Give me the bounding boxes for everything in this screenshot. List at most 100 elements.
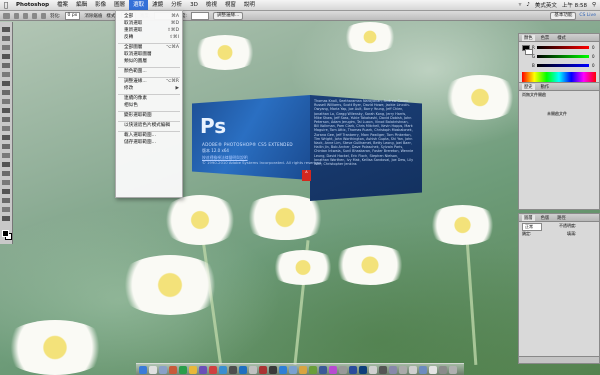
dock-app-icon[interactable] — [289, 365, 297, 374]
marquee-tool-icon[interactable] — [2, 36, 10, 41]
wifi-icon[interactable]: ▿ — [519, 2, 522, 8]
foreground-color-icon[interactable] — [2, 230, 9, 237]
select-menu-item[interactable]: 全部 ⌘A — [116, 14, 182, 20]
select-menu-item[interactable]: 顏色範圍... — [116, 69, 182, 75]
select-menu-item[interactable]: 調整邊緣... ⌥⌘R — [116, 79, 182, 85]
menu-help[interactable]: 說明 — [240, 0, 259, 10]
dock-app-icon[interactable] — [409, 365, 417, 374]
dock-app-icon[interactable] — [139, 365, 147, 374]
dock-app-icon[interactable] — [159, 365, 167, 374]
dock-app-icon[interactable] — [249, 365, 257, 374]
dock-app-icon[interactable] — [339, 365, 347, 374]
dock-app-icon[interactable] — [439, 365, 447, 374]
dock-app-icon[interactable] — [389, 365, 397, 374]
menu-file[interactable]: 檔案 — [53, 0, 72, 10]
new-selection-icon[interactable] — [14, 12, 19, 19]
dock-app-icon[interactable] — [219, 365, 227, 374]
select-menu-item[interactable]: 以快速遮色片模式編輯 — [116, 123, 182, 129]
select-menu-item[interactable]: 類似的圖層 — [116, 59, 182, 65]
select-menu-item[interactable]: 全部圖層 ⌥⌘A — [116, 45, 182, 51]
dock-app-icon[interactable] — [259, 365, 267, 374]
select-menu-item[interactable]: 儲存選取範圍... — [116, 140, 182, 146]
dock-app-icon[interactable] — [179, 365, 187, 374]
menu-select[interactable]: 選取 — [129, 0, 149, 10]
dock-app-icon[interactable] — [229, 365, 237, 374]
dock-app-icon[interactable] — [399, 365, 407, 374]
zoom-tool-icon[interactable] — [2, 216, 10, 221]
menu-analysis[interactable]: 分析 — [167, 0, 186, 10]
dock-app-icon[interactable] — [199, 365, 207, 374]
channel-r-value[interactable]: 0 — [592, 45, 595, 50]
red-slider[interactable] — [537, 46, 589, 49]
dock-app-icon[interactable] — [299, 365, 307, 374]
input-method[interactable]: 美式英文 — [535, 1, 557, 9]
subtract-selection-icon[interactable] — [32, 12, 37, 19]
dock-app-icon[interactable] — [419, 365, 427, 374]
menu-image[interactable]: 影像 — [91, 0, 110, 10]
cs-live-button[interactable]: CS Live — [579, 13, 596, 18]
select-menu-item[interactable]: 相似色 — [116, 103, 182, 109]
select-menu-item[interactable]: 修改 ▶ — [116, 86, 182, 92]
dock-app-icon[interactable] — [149, 365, 157, 374]
tab-layers[interactable]: 圖層 — [522, 214, 535, 221]
dock-app-icon[interactable] — [169, 365, 177, 374]
lasso-tool-icon[interactable] — [2, 45, 10, 50]
blur-tool-icon[interactable] — [2, 135, 10, 140]
menu-3d[interactable]: 3D — [186, 0, 202, 10]
add-selection-icon[interactable] — [23, 12, 28, 19]
gradient-tool-icon[interactable] — [2, 126, 10, 131]
dodge-tool-icon[interactable] — [2, 144, 10, 149]
blend-mode-select[interactable]: 正常 — [522, 223, 542, 231]
tab-styles[interactable]: 樣式 — [555, 35, 568, 41]
channel-b-value[interactable]: 0 — [592, 63, 595, 68]
tab-channels[interactable]: 色版 — [539, 215, 552, 221]
marquee-tool-icon[interactable] — [3, 12, 10, 19]
pen-tool-icon[interactable] — [2, 153, 10, 158]
clock[interactable]: 上午 8:58 — [562, 1, 587, 9]
3d-orbit-tool-icon[interactable] — [2, 198, 10, 203]
dock-app-icon[interactable] — [379, 365, 387, 374]
dock-app-icon[interactable] — [309, 365, 317, 374]
dock-app-icon[interactable] — [279, 365, 287, 374]
green-slider[interactable] — [537, 55, 589, 58]
dock-app-icon[interactable] — [239, 365, 247, 374]
path-select-tool-icon[interactable] — [2, 171, 10, 176]
dock-app-icon[interactable] — [429, 365, 437, 374]
menu-filter[interactable]: 濾鏡 — [148, 0, 167, 10]
menu-edit[interactable]: 編輯 — [72, 0, 91, 10]
dock-app-icon[interactable] — [329, 365, 337, 374]
history-brush-tool-icon[interactable] — [2, 108, 10, 113]
dock-app-icon[interactable] — [449, 365, 457, 374]
dock-app-icon[interactable] — [359, 365, 367, 374]
menu-layer[interactable]: 圖層 — [110, 0, 129, 10]
apple-icon[interactable]:  — [0, 1, 12, 9]
spotlight-icon[interactable]: ⚲ — [592, 2, 596, 8]
eraser-tool-icon[interactable] — [2, 117, 10, 122]
volume-icon[interactable]: ♪ — [526, 2, 530, 8]
tab-color[interactable]: 顏色 — [522, 34, 535, 41]
hand-tool-icon[interactable] — [2, 207, 10, 212]
select-menu-item[interactable]: 連續的像素 — [116, 96, 182, 102]
dock-app-icon[interactable] — [349, 365, 357, 374]
menu-app-name[interactable]: Photoshop — [12, 0, 53, 10]
select-menu-item[interactable]: 取消選取圖層 — [116, 52, 182, 58]
dock-app-icon[interactable] — [319, 365, 327, 374]
select-menu-item[interactable]: 重新選取 ⇧⌘D — [116, 28, 182, 34]
tab-paths[interactable]: 路徑 — [555, 215, 568, 221]
select-menu-item[interactable]: 載入選取範圍... — [116, 133, 182, 139]
crop-tool-icon[interactable] — [2, 63, 10, 68]
menu-window[interactable]: 視窗 — [221, 0, 240, 10]
move-tool-icon[interactable] — [2, 27, 10, 32]
height-input[interactable] — [190, 11, 209, 20]
brush-tool-icon[interactable] — [2, 90, 10, 95]
channel-g-value[interactable]: 0 — [592, 54, 595, 59]
healing-tool-icon[interactable] — [2, 81, 10, 86]
menu-view[interactable]: 檢視 — [202, 0, 221, 10]
quick-select-tool-icon[interactable] — [2, 54, 10, 59]
clone-stamp-tool-icon[interactable] — [2, 99, 10, 104]
select-menu-item[interactable]: 取消選取 ⌘D — [116, 21, 182, 27]
refine-edge-button[interactable]: 調整邊緣... — [212, 11, 244, 20]
tab-history[interactable]: 歷史 — [522, 83, 535, 90]
shape-tool-icon[interactable] — [2, 180, 10, 185]
workspace-switcher[interactable]: 基本功能 — [550, 11, 577, 20]
